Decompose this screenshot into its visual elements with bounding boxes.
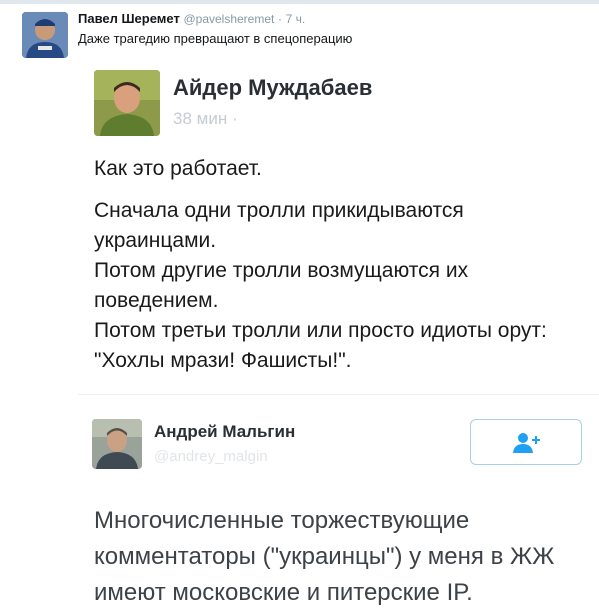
follow-button[interactable]	[470, 419, 582, 465]
text-line: Как это работает.	[94, 157, 262, 180]
author-handle[interactable]: @pavelsheremet	[183, 12, 274, 26]
embedded-image[interactable]: Айдер Муждабаев 38 мин · Как это работае…	[78, 56, 599, 612]
text-line: Потом другие тролли возмущаются их повед…	[94, 259, 469, 312]
embedded-avatar-photo	[94, 70, 160, 136]
embedded-time: 38 мин ·	[173, 108, 238, 130]
quoted-tweet: Андрей Мальгин @andrey_malgin Многочисле…	[78, 394, 599, 612]
embedded-tweet-text: Как это работает. Сначала одни тролли пр…	[94, 154, 584, 376]
separator-dot: ·	[277, 12, 282, 26]
embedded-avatar	[94, 70, 160, 136]
quoted-avatar-photo	[92, 419, 142, 469]
author-name[interactable]: Павел Шеремет	[78, 11, 180, 26]
embedded-time-value: 38 мин	[173, 109, 228, 128]
text-line: Сначала одни тролли прикидываются украин…	[94, 199, 464, 252]
tweet-text: Даже трагедию превращают в спецоперацию	[78, 31, 353, 46]
tweet-header: Павел Шеремет @pavelsheremet · 7 ч.	[78, 10, 305, 28]
quoted-tweet-text: Многочисленные торжествующие комментатор…	[94, 507, 555, 606]
add-user-icon	[513, 433, 540, 453]
quoted-avatar	[92, 419, 142, 469]
timeline-divider	[0, 0, 599, 4]
avatar[interactable]	[22, 12, 68, 58]
embedded-time-dot: ·	[231, 109, 238, 128]
avatar-photo	[22, 12, 68, 58]
text-line: Потом третьи тролли или просто идиоты ор…	[94, 319, 547, 372]
tweet-time[interactable]: 7 ч.	[286, 12, 306, 26]
quoted-author-name: Андрей Мальгин	[154, 422, 296, 441]
embedded-author-name: Айдер Муждабаев	[173, 75, 373, 100]
quoted-author-handle: @andrey_malgin	[154, 448, 268, 465]
